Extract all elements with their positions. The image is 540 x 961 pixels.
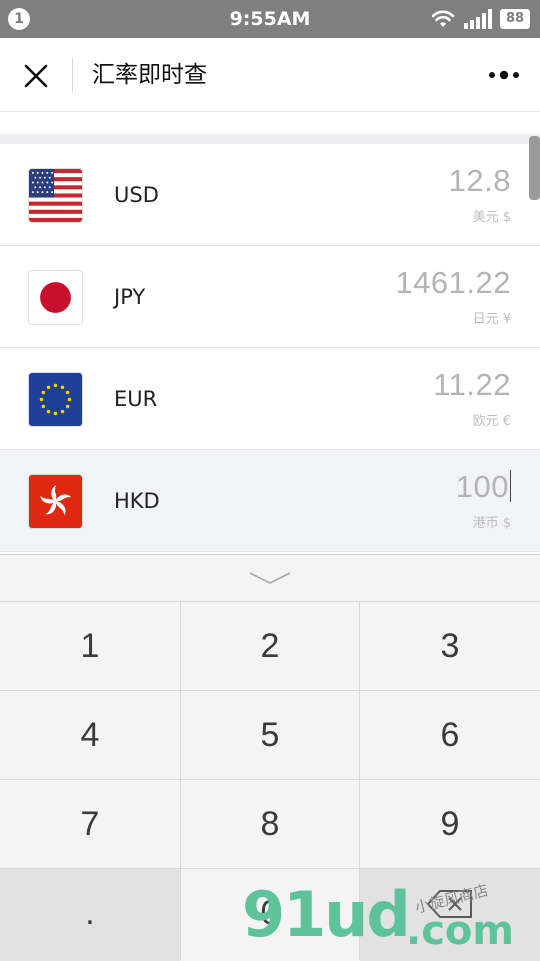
currency-row-hkd[interactable]: HKD 100 港币 $ [0, 450, 540, 552]
close-icon[interactable] [18, 58, 54, 94]
keypad-collapse-button[interactable] [0, 555, 540, 601]
key-2[interactable]: 2 [181, 602, 359, 690]
page-title: 汇率即时查 [92, 62, 207, 88]
hong-kong-flag-icon [28, 474, 83, 529]
currency-code: EUR [114, 387, 158, 411]
currency-amount[interactable]: 1461.22 [395, 265, 511, 301]
status-bar: 1 9:55AM 88 [0, 0, 540, 38]
currency-amount-input[interactable]: 100 [456, 469, 511, 505]
currency-row-eur[interactable]: EUR 11.22 欧元 € [0, 348, 540, 450]
key-4[interactable]: 4 [0, 691, 180, 779]
battery-indicator: 88 [500, 9, 530, 29]
currency-code: HKD [114, 489, 160, 513]
key-0[interactable]: 0 [181, 869, 359, 961]
chevron-down-icon [249, 572, 291, 584]
key-8[interactable]: 8 [181, 780, 359, 868]
currency-code: USD [114, 183, 159, 207]
nav-divider [72, 58, 73, 92]
key-9[interactable]: 9 [360, 780, 540, 868]
currency-amount[interactable]: 12.8 [449, 163, 511, 199]
key-6[interactable]: 6 [360, 691, 540, 779]
key-3[interactable]: 3 [360, 602, 540, 690]
text-cursor [510, 470, 511, 502]
signal-icon [464, 9, 492, 29]
backspace-icon [426, 890, 472, 918]
currency-unit: 欧元 € [472, 414, 511, 429]
status-time: 9:55AM [229, 8, 311, 30]
section-gap [0, 134, 540, 144]
currency-row-jpy[interactable]: JPY 1461.22 日元 ¥ [0, 246, 540, 348]
key-5[interactable]: 5 [181, 691, 359, 779]
currency-list: USD 12.8 美元 $ JPY 1461.22 日元 ¥ EUR 11.22… [0, 144, 540, 552]
japan-flag-icon [28, 270, 83, 325]
currency-amount-value: 100 [455, 469, 509, 504]
wifi-icon [431, 10, 455, 27]
currency-unit: 美元 $ [472, 210, 511, 225]
us-flag-icon [28, 168, 83, 223]
more-options-icon[interactable] [484, 63, 524, 87]
currency-code: JPY [114, 285, 146, 309]
key-1[interactable]: 1 [0, 602, 180, 690]
currency-amount[interactable]: 11.22 [433, 367, 511, 403]
currency-unit: 日元 ¥ [472, 312, 511, 327]
partial-currency-row [0, 112, 540, 134]
numeric-keypad: 1 2 3 4 5 6 7 8 9 . 0 [0, 554, 540, 961]
eu-flag-icon [28, 372, 83, 427]
nav-bar: 汇率即时查 [0, 38, 540, 112]
key-backspace[interactable] [360, 869, 540, 961]
key-7[interactable]: 7 [0, 780, 180, 868]
currency-unit: 港币 $ [472, 516, 511, 531]
key-decimal[interactable]: . [0, 869, 180, 961]
scrollbar-thumb[interactable] [529, 136, 540, 200]
currency-row-usd[interactable]: USD 12.8 美元 $ [0, 144, 540, 246]
